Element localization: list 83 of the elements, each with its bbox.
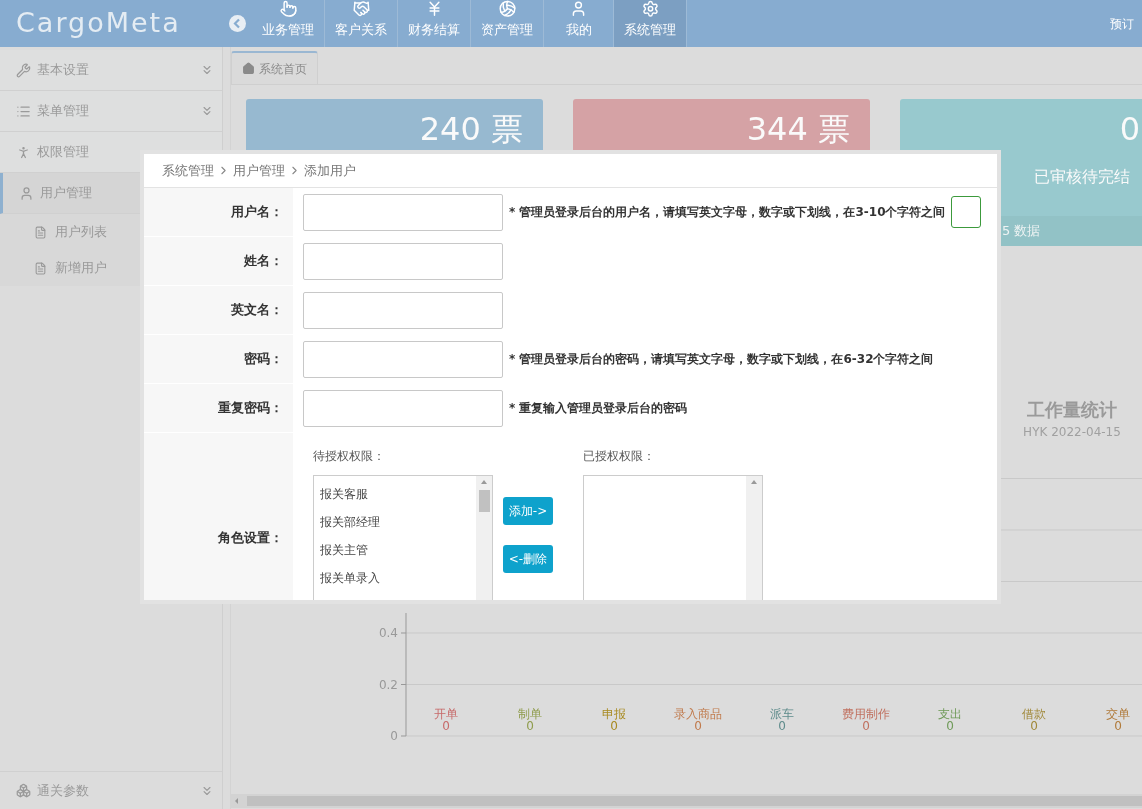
hint-tag <box>951 196 982 228</box>
chevron-icon <box>200 63 214 77</box>
nav-tab[interactable]: 客户关系 <box>325 0 398 47</box>
stat-value: 240 票 <box>419 109 524 145</box>
horizontal-scrollbar[interactable] <box>231 794 1142 808</box>
category-label: 交单 <box>1106 707 1130 721</box>
settings-icon <box>640 0 660 18</box>
field-hint: * 重复输入管理员登录后台的密码 <box>509 400 688 417</box>
collapse-icon[interactable] <box>228 15 246 32</box>
value-label: 0 <box>1030 719 1038 733</box>
list-option[interactable]: 报关单录入 <box>320 564 476 592</box>
category-label: 制单 <box>518 707 542 721</box>
nav-tab[interactable]: 财务结算 <box>398 0 471 47</box>
value-label: 0 <box>946 719 954 733</box>
list-icon <box>16 103 31 119</box>
document-icon <box>34 261 47 275</box>
list-heading: 已授权权限： <box>583 448 656 465</box>
footer-text: 5 数据 <box>1002 222 1041 241</box>
text-field[interactable] <box>303 389 503 427</box>
stat-caption: 已审核待完结 <box>1034 166 1131 188</box>
remove-button[interactable]: <-删除 <box>503 545 553 573</box>
category-label: 录入商品 <box>674 707 722 721</box>
home-icon <box>242 62 255 75</box>
page-tab[interactable]: 系统首页 <box>231 51 318 84</box>
chevron-icon <box>200 104 214 118</box>
list-heading: 待授权权限： <box>313 448 386 465</box>
nav-tab[interactable]: 系统管理 <box>614 0 687 47</box>
wrench-icon <box>16 62 31 78</box>
stat-value: 344 票 <box>746 109 851 145</box>
text-field[interactable] <box>303 291 503 329</box>
value-label: 0 <box>778 719 786 733</box>
chart-title: 工作量统计 <box>1027 398 1117 422</box>
category-label: 借款 <box>1022 707 1046 721</box>
vertical-scrollbar[interactable] <box>476 476 492 600</box>
y-tick-label: 0.4 <box>378 626 398 640</box>
text-field[interactable] <box>303 242 503 280</box>
value-label: 0 <box>442 719 450 733</box>
nav-tab[interactable]: 资产管理 <box>471 0 544 47</box>
value-label: 0 <box>610 719 618 733</box>
add-button[interactable]: 添加-> <box>503 497 553 525</box>
scroll-thumb[interactable] <box>478 490 490 512</box>
header-link[interactable]: 预订 <box>1110 14 1142 33</box>
vertical-scrollbar[interactable] <box>746 476 762 600</box>
chart-subtitle: HYK 2022-04-15 <box>1023 424 1121 441</box>
field-label: 密码： <box>244 350 283 369</box>
list-option[interactable]: 报关部经理 <box>320 508 476 536</box>
field-label: 英文名： <box>231 301 283 320</box>
field-label: 用户名： <box>231 203 283 222</box>
person-icon <box>16 144 31 160</box>
ball-icon <box>497 0 517 18</box>
boxes-icon <box>16 783 31 798</box>
breadcrumb-item: 添加用户 <box>304 161 356 180</box>
list-option[interactable]: 报关主管 <box>320 536 476 564</box>
text-field[interactable] <box>303 193 503 231</box>
field-label: 姓名： <box>244 252 283 271</box>
document-icon <box>34 225 47 239</box>
role-listbox[interactable]: 报关客服 报关部经理 报关主管 报关单录入 <box>313 475 493 600</box>
stat-value: 0 <box>1119 109 1141 145</box>
field-hint: * 管理员登录后台的密码，请填写英文字母，数字或下划线，在6-32个字符之间 <box>509 351 934 368</box>
category-label: 开单 <box>434 707 458 721</box>
value-label: 0 <box>1114 719 1122 733</box>
pointer-icon <box>278 0 298 18</box>
y-tick-label: 0.2 <box>378 677 398 692</box>
text-field[interactable] <box>303 340 503 378</box>
field-hint: * 管理员登录后台的用户名，请填写英文字母，数字或下划线，在3-10个字符之间 <box>509 204 946 221</box>
category-label: 支出 <box>938 707 962 721</box>
role-listbox[interactable] <box>583 475 763 600</box>
value-label: 0 <box>526 719 534 733</box>
breadcrumb-item[interactable]: 用户管理 <box>233 160 285 181</box>
nav-tab[interactable]: 业务管理 <box>252 0 325 47</box>
category-label: 费用制作 <box>842 707 890 721</box>
value-label: 0 <box>694 719 702 733</box>
category-label: 申报 <box>602 707 626 721</box>
y-tick-label: 0 <box>390 729 398 743</box>
value-label: 0 <box>862 719 870 733</box>
handshake-icon <box>351 0 371 18</box>
logo: CargoMeta <box>16 6 181 41</box>
field-label: 重复密码： <box>218 399 283 418</box>
field-label: 角色设置： <box>218 529 283 548</box>
sidebar-item[interactable]: 通关参数 <box>0 771 222 809</box>
category-label: 派车 <box>770 707 794 721</box>
list-option[interactable]: 报关客服 <box>320 480 476 508</box>
user-icon <box>19 185 34 201</box>
